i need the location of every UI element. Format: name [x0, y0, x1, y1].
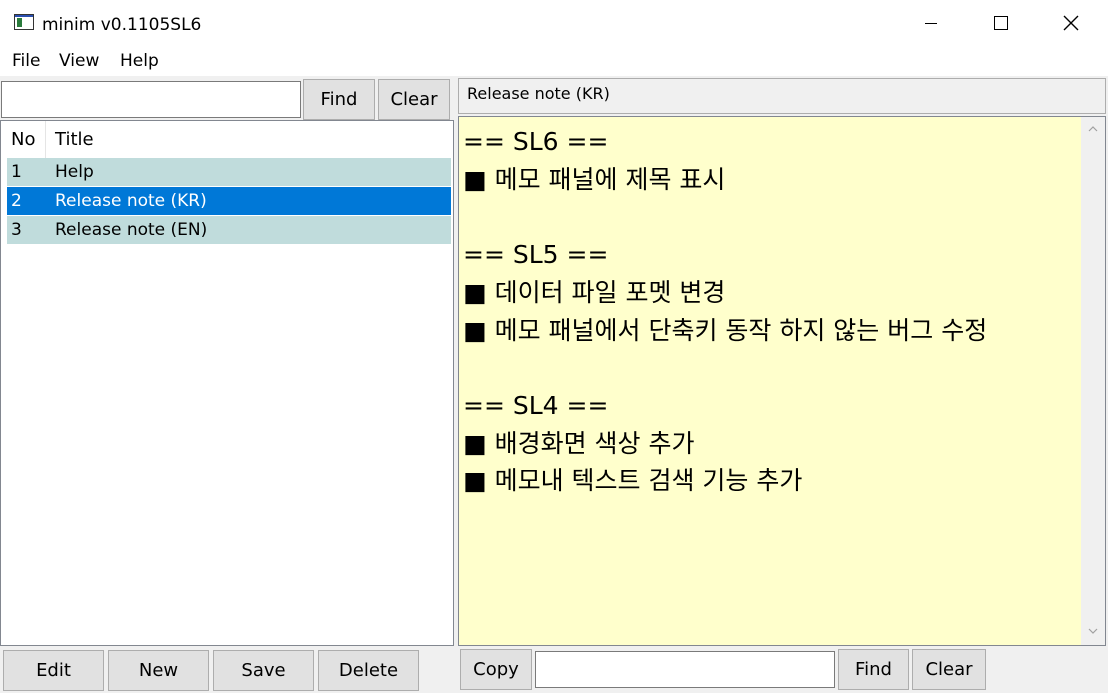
list-item-no: 2 — [11, 191, 22, 211]
app-icon — [14, 14, 34, 30]
memo-list[interactable]: No Title 1 Help 2 Release note (KR) 3 Re… — [0, 120, 454, 646]
new-button[interactable]: New — [108, 650, 209, 691]
scroll-up-icon[interactable] — [1081, 117, 1105, 141]
edit-button[interactable]: Edit — [3, 650, 104, 691]
column-divider[interactable] — [45, 121, 46, 159]
menu-help[interactable]: Help — [120, 50, 159, 72]
list-search-input[interactable] — [1, 81, 301, 118]
memo-title: Release note (KR) — [458, 78, 1106, 114]
list-header: No Title — [1, 121, 453, 159]
list-item-no: 3 — [11, 220, 22, 240]
title-bar: minim v0.1105SL6 — [0, 0, 1108, 46]
column-no[interactable]: No — [11, 129, 35, 151]
scroll-down-icon[interactable] — [1081, 619, 1105, 643]
list-item-no: 1 — [11, 162, 22, 182]
close-button[interactable] — [1036, 0, 1106, 46]
maximize-icon — [994, 16, 1008, 30]
menu-file[interactable]: File — [12, 50, 40, 72]
list-item-title: Release note (KR) — [55, 191, 207, 211]
column-title[interactable]: Title — [55, 129, 94, 151]
minimize-button[interactable] — [896, 0, 966, 46]
list-find-button[interactable]: Find — [303, 79, 375, 120]
menu-view[interactable]: View — [59, 50, 99, 72]
memo-find-button[interactable]: Find — [838, 649, 909, 690]
list-item[interactable]: 3 Release note (EN) — [7, 216, 451, 244]
minimize-icon — [925, 22, 937, 24]
list-clear-button[interactable]: Clear — [378, 79, 450, 120]
list-item-selected[interactable]: 2 Release note (KR) — [7, 187, 451, 215]
menu-bar: File View Help — [0, 46, 1108, 76]
memo-scrollbar[interactable] — [1081, 117, 1105, 645]
memo-editor[interactable]: == SL6 == ■ 메모 패널에 제목 표시 == SL5 == ■ 데이터… — [458, 116, 1106, 646]
close-icon — [1063, 15, 1079, 31]
delete-button[interactable]: Delete — [318, 650, 419, 691]
memo-text[interactable]: == SL6 == ■ 메모 패널에 제목 표시 == SL5 == ■ 데이터… — [463, 123, 1079, 500]
maximize-button[interactable] — [966, 0, 1036, 46]
list-item[interactable]: 1 Help — [7, 158, 451, 186]
window-title: minim v0.1105SL6 — [42, 15, 202, 35]
memo-search-input[interactable] — [535, 651, 835, 688]
list-item-title: Help — [55, 162, 94, 182]
list-item-title: Release note (EN) — [55, 220, 208, 240]
copy-button[interactable]: Copy — [460, 649, 532, 690]
save-button[interactable]: Save — [213, 650, 314, 691]
memo-clear-button[interactable]: Clear — [912, 649, 986, 690]
